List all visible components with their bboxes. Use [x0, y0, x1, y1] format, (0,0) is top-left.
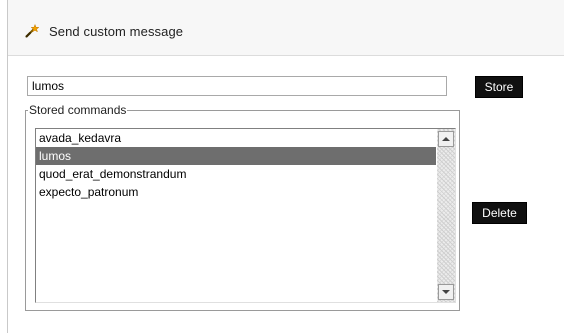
arrow-up-icon [442, 137, 450, 141]
stored-commands-list[interactable]: avada_kedavra lumos quod_erat_demonstran… [35, 128, 456, 303]
list-item-selected[interactable]: lumos [36, 147, 436, 165]
list-scrollbar[interactable] [437, 129, 455, 302]
panel-header: Send custom message [8, 0, 564, 56]
scroll-up-button[interactable] [438, 131, 454, 147]
stored-commands-legend: Stored commands [29, 103, 127, 117]
list-item[interactable]: quod_erat_demonstrandum [36, 165, 436, 183]
store-button[interactable]: Store [475, 76, 523, 98]
scroll-down-button[interactable] [438, 284, 454, 300]
magic-wand-icon [25, 23, 40, 38]
arrow-down-icon [442, 290, 450, 294]
delete-button[interactable]: Delete [472, 202, 527, 224]
list-item[interactable]: avada_kedavra [36, 129, 436, 147]
panel-title: Send custom message [49, 24, 184, 39]
list-items: avada_kedavra lumos quod_erat_demonstran… [36, 129, 436, 201]
command-input[interactable] [27, 76, 447, 96]
list-item[interactable]: expecto_patronum [36, 183, 436, 201]
